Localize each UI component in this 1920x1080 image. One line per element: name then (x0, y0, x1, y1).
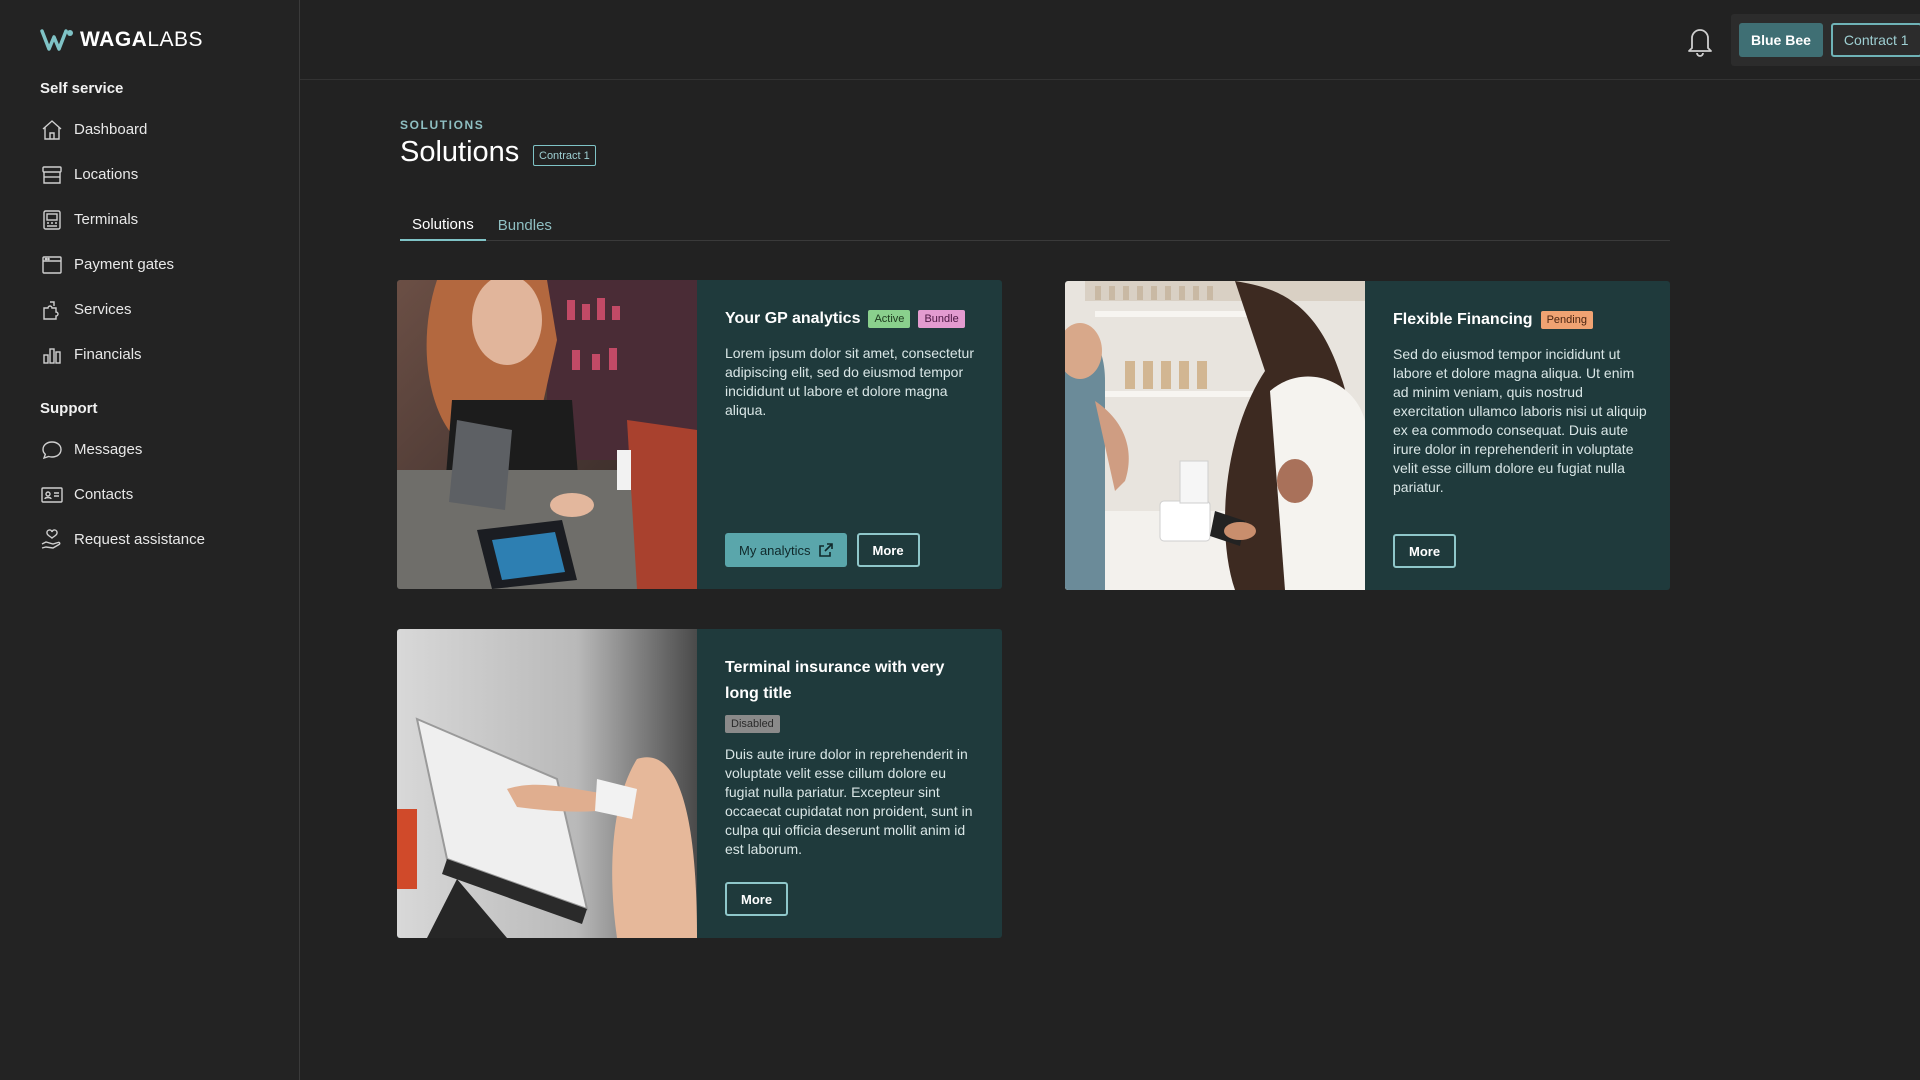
status-badge-pending: Pending (1540, 311, 1593, 329)
more-button[interactable]: More (856, 533, 920, 567)
sidebar-item-label: Financials (74, 346, 142, 363)
puzzle-icon (43, 300, 59, 320)
card-title: Your GP analytics (725, 310, 861, 327)
terminal-photo (397, 629, 697, 938)
hand-heart-icon (41, 528, 61, 549)
sidebar-item-label: Payment gates (74, 256, 175, 273)
solution-card-gp-analytics: Your GP analytics Active Bundle Lorem ip… (397, 280, 1002, 589)
card-title: Terminal insurance with very long title (725, 659, 945, 702)
bar-chart-icon (43, 347, 61, 364)
contract-button[interactable]: Contract 1 (1830, 23, 1920, 57)
terminal-icon (43, 209, 61, 230)
tab-bar: Solutions Bundles (400, 210, 1670, 241)
card-description: Sed do eiusmod tempor incididunt ut labo… (1393, 346, 1647, 495)
sidebar-item-dashboard[interactable]: Dashboard (40, 107, 280, 152)
card-image-terminal (397, 629, 697, 938)
sidebar-item-locations[interactable]: Locations (40, 152, 280, 197)
support-heading: Support (40, 400, 98, 417)
status-badge-bundle: Bundle (918, 310, 965, 328)
home-icon (42, 119, 62, 140)
tab-bundles[interactable]: Bundles (486, 210, 564, 241)
card-description: Duis aute irure dolor in reprehenderit i… (725, 746, 973, 857)
bell-icon[interactable] (1684, 24, 1716, 58)
more-button[interactable]: More (1393, 534, 1457, 568)
my-analytics-button[interactable]: My analytics (725, 533, 847, 567)
window-icon (42, 255, 62, 274)
card-description: Lorem ipsum dolor sit amet, consectetur … (725, 345, 974, 418)
card-image-payment (1065, 281, 1365, 590)
sidebar-item-label: Dashboard (74, 121, 148, 138)
sidebar-item-financials[interactable]: Financials (40, 332, 280, 377)
brand-name-light: LABS (147, 28, 204, 51)
contract-badge: Contract 1 (533, 145, 596, 166)
status-badge-active: Active (868, 310, 911, 328)
card-title: Flexible Financing (1393, 311, 1533, 328)
brand-logo[interactable]: WAGALABS (40, 28, 203, 52)
payment-photo (1065, 281, 1365, 590)
my-analytics-label: My analytics (739, 542, 811, 558)
store-icon (42, 165, 62, 184)
organization-button[interactable]: Blue Bee (1739, 23, 1823, 57)
solution-card-terminal-insurance: Terminal insurance with very long title … (397, 629, 1002, 938)
sidebar-item-request-assistance[interactable]: Request assistance (40, 517, 280, 562)
external-link-icon (818, 543, 833, 557)
solution-card-flexible-financing: Flexible Financing Pending Sed do eiusmo… (1065, 281, 1670, 590)
self-service-heading: Self service (40, 80, 124, 97)
card-image-checkout (397, 280, 697, 589)
brand-name-bold: WAGA (80, 28, 148, 51)
checkout-photo (397, 280, 697, 589)
sidebar: WAGALABS Self service Dashboard Location… (0, 0, 300, 1080)
page-eyebrow: SOLUTIONS (400, 118, 485, 132)
sidebar-item-label: Services (74, 301, 132, 318)
sidebar-item-label: Contacts (74, 486, 134, 503)
sidebar-item-services[interactable]: Services (40, 287, 280, 332)
sidebar-item-label: Messages (74, 441, 143, 458)
sidebar-item-terminals[interactable]: Terminals (40, 197, 280, 242)
status-badge-disabled: Disabled (725, 715, 780, 733)
page-title: Solutions (400, 136, 520, 168)
sidebar-item-label: Request assistance (74, 531, 205, 548)
chat-icon (42, 440, 62, 459)
top-bar: Blue Bee Contract 1 (300, 0, 1920, 80)
contact-card-icon (41, 486, 63, 503)
sidebar-item-label: Locations (74, 166, 139, 183)
account-switcher: Blue Bee Contract 1 (1731, 14, 1920, 66)
self-service-nav: Dashboard Locations Terminals Payment ga… (40, 107, 280, 377)
sidebar-item-contacts[interactable]: Contacts (40, 472, 280, 517)
sidebar-item-messages[interactable]: Messages (40, 427, 280, 472)
tab-solutions[interactable]: Solutions (400, 210, 486, 241)
more-button[interactable]: More (725, 882, 789, 916)
sidebar-item-label: Terminals (74, 211, 139, 228)
support-nav: Messages Contacts Request assistance (40, 427, 280, 562)
sidebar-item-payment-gates[interactable]: Payment gates (40, 242, 280, 287)
waga-logo-icon (40, 29, 73, 51)
